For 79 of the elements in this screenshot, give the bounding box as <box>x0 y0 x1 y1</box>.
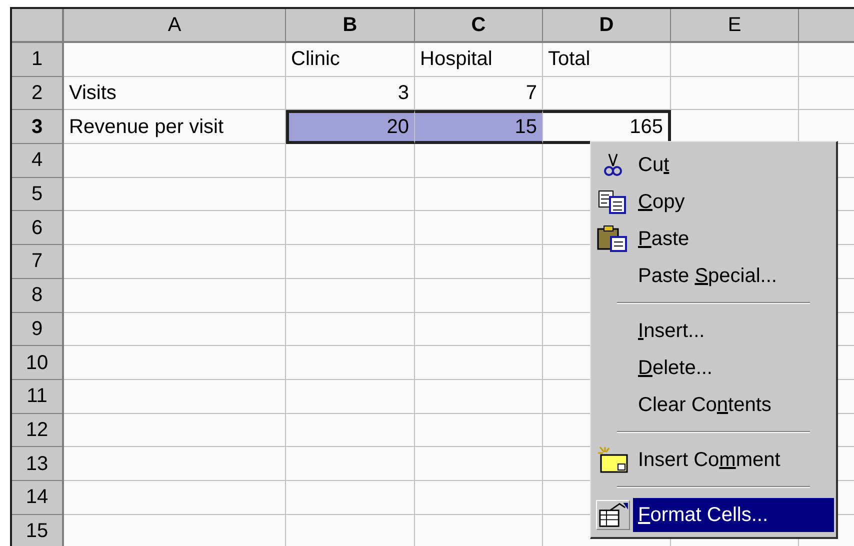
table-cell[interactable] <box>415 480 543 515</box>
menu-item[interactable]: Format Cells... <box>633 498 834 532</box>
table-cell[interactable] <box>64 278 286 312</box>
row-header[interactable]: 15 <box>12 514 64 546</box>
row-header[interactable]: 12 <box>12 414 64 448</box>
table-cell[interactable] <box>64 346 286 380</box>
table-cell[interactable]: Hospital <box>415 43 543 77</box>
table-cell[interactable] <box>64 312 286 346</box>
table-cell[interactable] <box>415 211 543 246</box>
table-cell[interactable] <box>415 447 543 481</box>
table-cell[interactable] <box>286 414 415 448</box>
table-cell[interactable] <box>286 480 415 515</box>
table-cell[interactable] <box>64 43 286 77</box>
menu-item[interactable]: Paste Special... <box>633 258 834 292</box>
menu-item[interactable]: Clear Contents <box>633 388 834 422</box>
table-cell[interactable] <box>415 312 543 346</box>
menu-item[interactable]: Insert Comment <box>633 442 834 476</box>
scissors-icon <box>603 152 623 176</box>
column-header[interactable]: B <box>286 9 415 43</box>
row-header[interactable]: 9 <box>12 312 64 346</box>
table-cell[interactable] <box>286 278 415 312</box>
table-cell[interactable] <box>543 76 671 110</box>
menu-item[interactable]: Copy <box>633 184 834 218</box>
table-cell[interactable] <box>64 144 286 178</box>
table-cell[interactable]: 20 <box>286 110 415 144</box>
table-cell[interactable] <box>286 447 415 481</box>
menu-item[interactable]: Paste <box>633 222 834 256</box>
format-cells-icon <box>596 500 630 530</box>
row-header[interactable]: 3 <box>12 110 64 144</box>
table-cell[interactable] <box>286 245 415 279</box>
row-header[interactable]: 14 <box>12 480 64 515</box>
table-cell[interactable] <box>286 178 415 212</box>
table-cell[interactable] <box>64 447 286 481</box>
table-cell[interactable] <box>415 346 543 380</box>
row-header[interactable]: 1 <box>12 43 64 77</box>
menu-item[interactable]: Delete... <box>633 350 834 384</box>
row-header[interactable]: 13 <box>12 447 64 481</box>
table-cell[interactable] <box>415 178 543 212</box>
select-all-corner[interactable] <box>12 9 64 43</box>
table-cell[interactable] <box>64 178 286 212</box>
table-cell[interactable] <box>286 144 415 178</box>
menu-item[interactable]: Insert... <box>633 314 834 348</box>
table-cell[interactable] <box>64 480 286 515</box>
table-cell[interactable] <box>671 43 799 77</box>
table-cell[interactable] <box>415 278 543 312</box>
comment-note-icon <box>597 446 629 474</box>
menu-item[interactable]: Cut <box>633 148 834 182</box>
table-cell[interactable] <box>415 245 543 279</box>
column-header[interactable]: A <box>64 9 286 43</box>
table-cell[interactable] <box>286 380 415 414</box>
table-cell[interactable] <box>64 414 286 448</box>
table-cell[interactable] <box>286 346 415 380</box>
row-header[interactable]: 10 <box>12 346 64 380</box>
row-header[interactable]: 8 <box>12 278 64 312</box>
table-cell[interactable] <box>64 380 286 414</box>
column-header[interactable]: E <box>671 9 799 43</box>
column-header[interactable]: D <box>543 9 671 43</box>
row-header[interactable]: 7 <box>12 245 64 279</box>
table-cell[interactable] <box>415 144 543 178</box>
copy-icon <box>598 190 628 214</box>
table-cell[interactable] <box>64 211 286 246</box>
row-header[interactable]: 2 <box>12 76 64 110</box>
row-header[interactable]: 11 <box>12 380 64 414</box>
table-cell[interactable] <box>671 76 799 110</box>
row-header[interactable]: 4 <box>12 144 64 178</box>
column-header[interactable] <box>799 9 854 43</box>
column-header[interactable]: C <box>415 9 543 43</box>
table-cell[interactable] <box>415 414 543 448</box>
table-cell[interactable] <box>286 211 415 246</box>
row-header[interactable]: 6 <box>12 211 64 246</box>
clipboard-icon <box>597 224 629 252</box>
table-cell[interactable] <box>286 312 415 346</box>
table-cell[interactable] <box>64 245 286 279</box>
table-cell[interactable]: 15 <box>415 110 543 144</box>
table-cell[interactable] <box>415 380 543 414</box>
row-header[interactable]: 5 <box>12 178 64 212</box>
table-cell[interactable]: Visits <box>64 76 286 110</box>
table-cell[interactable]: Clinic <box>286 43 415 77</box>
table-cell[interactable]: Total <box>543 43 671 77</box>
